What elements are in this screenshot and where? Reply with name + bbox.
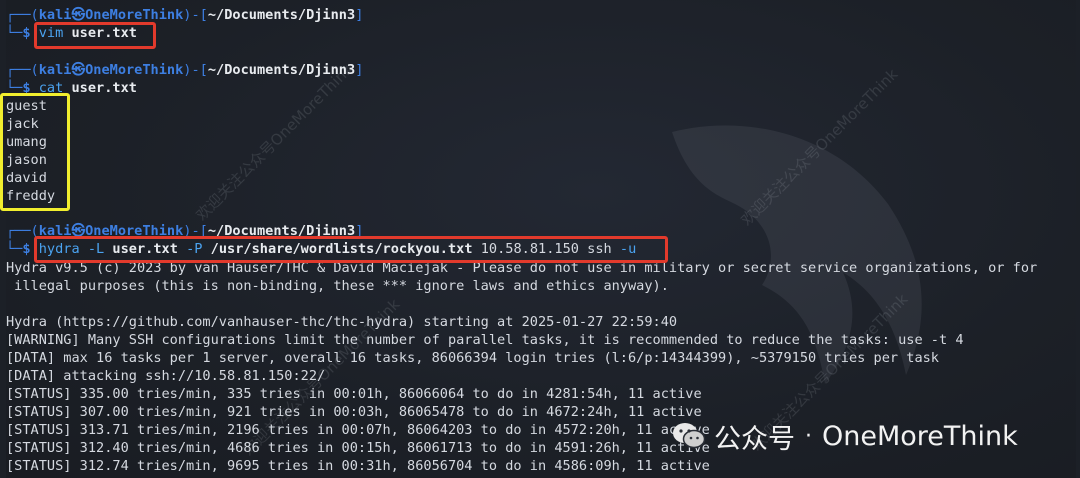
hydra-output-line: [DATA] attacking ssh://10.58.81.150:22/	[6, 368, 326, 384]
prompt-user-host: kali㉿OneMoreThink	[38, 7, 184, 23]
prompt-dollar: $	[22, 241, 31, 257]
hydra-output-line: [STATUS] 335.00 tries/min, 335 tries in …	[6, 386, 702, 402]
wechat-label: 公众号	[714, 423, 795, 455]
wechat-account-badge: 公众号 · OneMoreThink	[672, 416, 1018, 456]
wechat-account-name: OneMoreThink	[822, 420, 1018, 452]
hydra-output-line: [WARNING] Many SSH configurations limit …	[6, 332, 964, 348]
prompt-path: ~/Documents/Djinn3	[207, 62, 356, 78]
hydra-output-line: [STATUS] 312.74 tries/min, 9695 tries in…	[6, 458, 710, 474]
watermark-text: 欢迎关注公众号OneMoreThink	[192, 60, 357, 225]
hydra-output-line: illegal purposes (this is non-binding, t…	[6, 278, 669, 294]
prompt-line: ┌──(kali㉿OneMoreThink)-[~/Documents/Djin…	[6, 62, 364, 78]
hydra-output-line: [STATUS] 307.00 tries/min, 921 tries in …	[6, 404, 702, 420]
highlight-box-user-list	[0, 93, 70, 211]
terminal-window: 欢迎关注公众号OneMoreThink 欢迎关注公众号OneMoreThink …	[0, 0, 1076, 478]
wechat-separator: ·	[805, 423, 812, 449]
command-arg-file: user.txt	[71, 80, 137, 96]
prompt-user-host: kali㉿OneMoreThink	[38, 62, 184, 78]
prompt-path: ~/Documents/Djinn3	[207, 7, 356, 23]
highlight-box-hydra-command	[34, 236, 668, 263]
hydra-output-line: [DATA] max 16 tasks per 1 server, overal…	[6, 350, 939, 366]
wechat-icon	[673, 423, 706, 449]
highlight-box-vim-command	[34, 22, 156, 49]
prompt-dollar: $	[22, 25, 31, 41]
hydra-output-line: [STATUS] 312.40 tries/min, 4686 tries in…	[6, 440, 710, 456]
hydra-output-line: [STATUS] 313.71 tries/min, 2196 tries in…	[6, 422, 710, 438]
hydra-output-line: Hydra (https://github.com/vanhauser-thc/…	[6, 314, 678, 330]
